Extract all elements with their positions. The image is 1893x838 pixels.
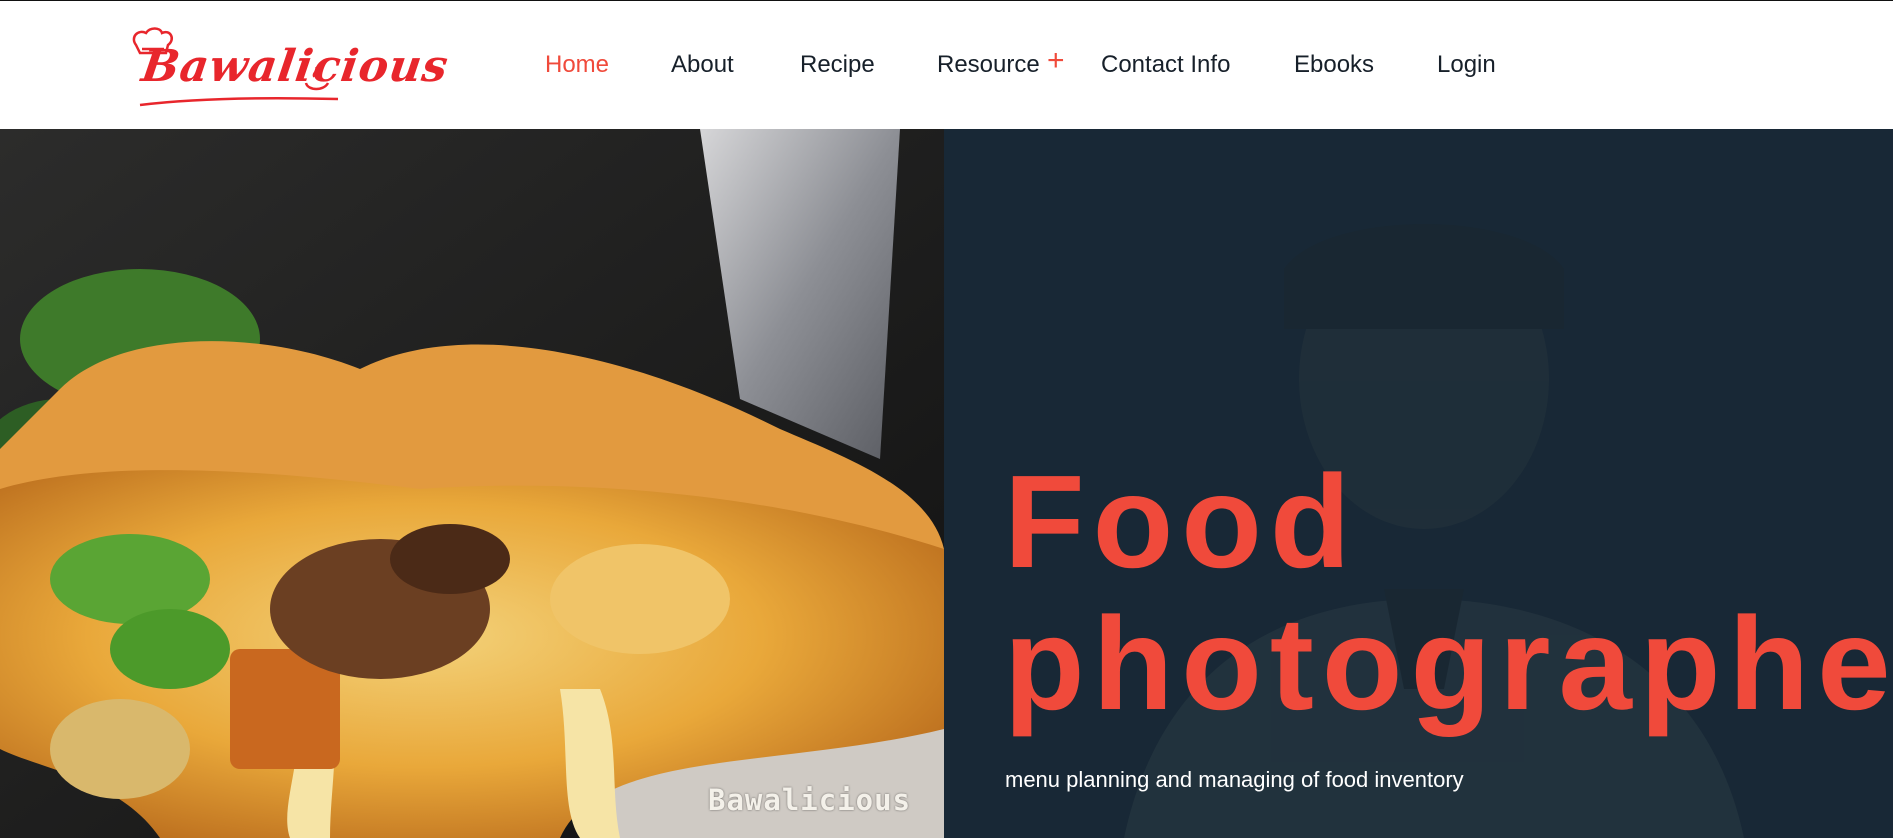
nav-contact-info[interactable]: Contact Info (1101, 51, 1230, 79)
nav-ebooks[interactable]: Ebooks (1294, 51, 1374, 79)
hero-banner: Food photographer menu planning and mana… (944, 129, 1893, 838)
nav-login[interactable]: Login (1437, 51, 1496, 79)
hero-food-photo: Bawalicious (0, 129, 944, 838)
logo-wordmark[interactable]: Bawalicious (138, 41, 451, 92)
nav-about[interactable]: About (671, 51, 734, 79)
nav-home[interactable]: Home (545, 51, 609, 79)
photo-watermark: Bawalicious (708, 783, 912, 817)
nav-resource[interactable]: Resource (937, 51, 1040, 79)
hero-title: Food photographer (1004, 451, 1893, 735)
site-header: Bawalicious Home About Recipe Resource C… (0, 1, 1893, 129)
hero-title-line-1: Food (1004, 448, 1359, 595)
hero-subtitle: menu planning and managing of food inven… (1005, 767, 1464, 792)
plus-icon[interactable]: + (1047, 46, 1065, 76)
nav-recipe[interactable]: Recipe (800, 51, 875, 79)
pizza-slice-photo (0, 129, 944, 838)
hero-title-line-2: photographer (1004, 590, 1893, 737)
